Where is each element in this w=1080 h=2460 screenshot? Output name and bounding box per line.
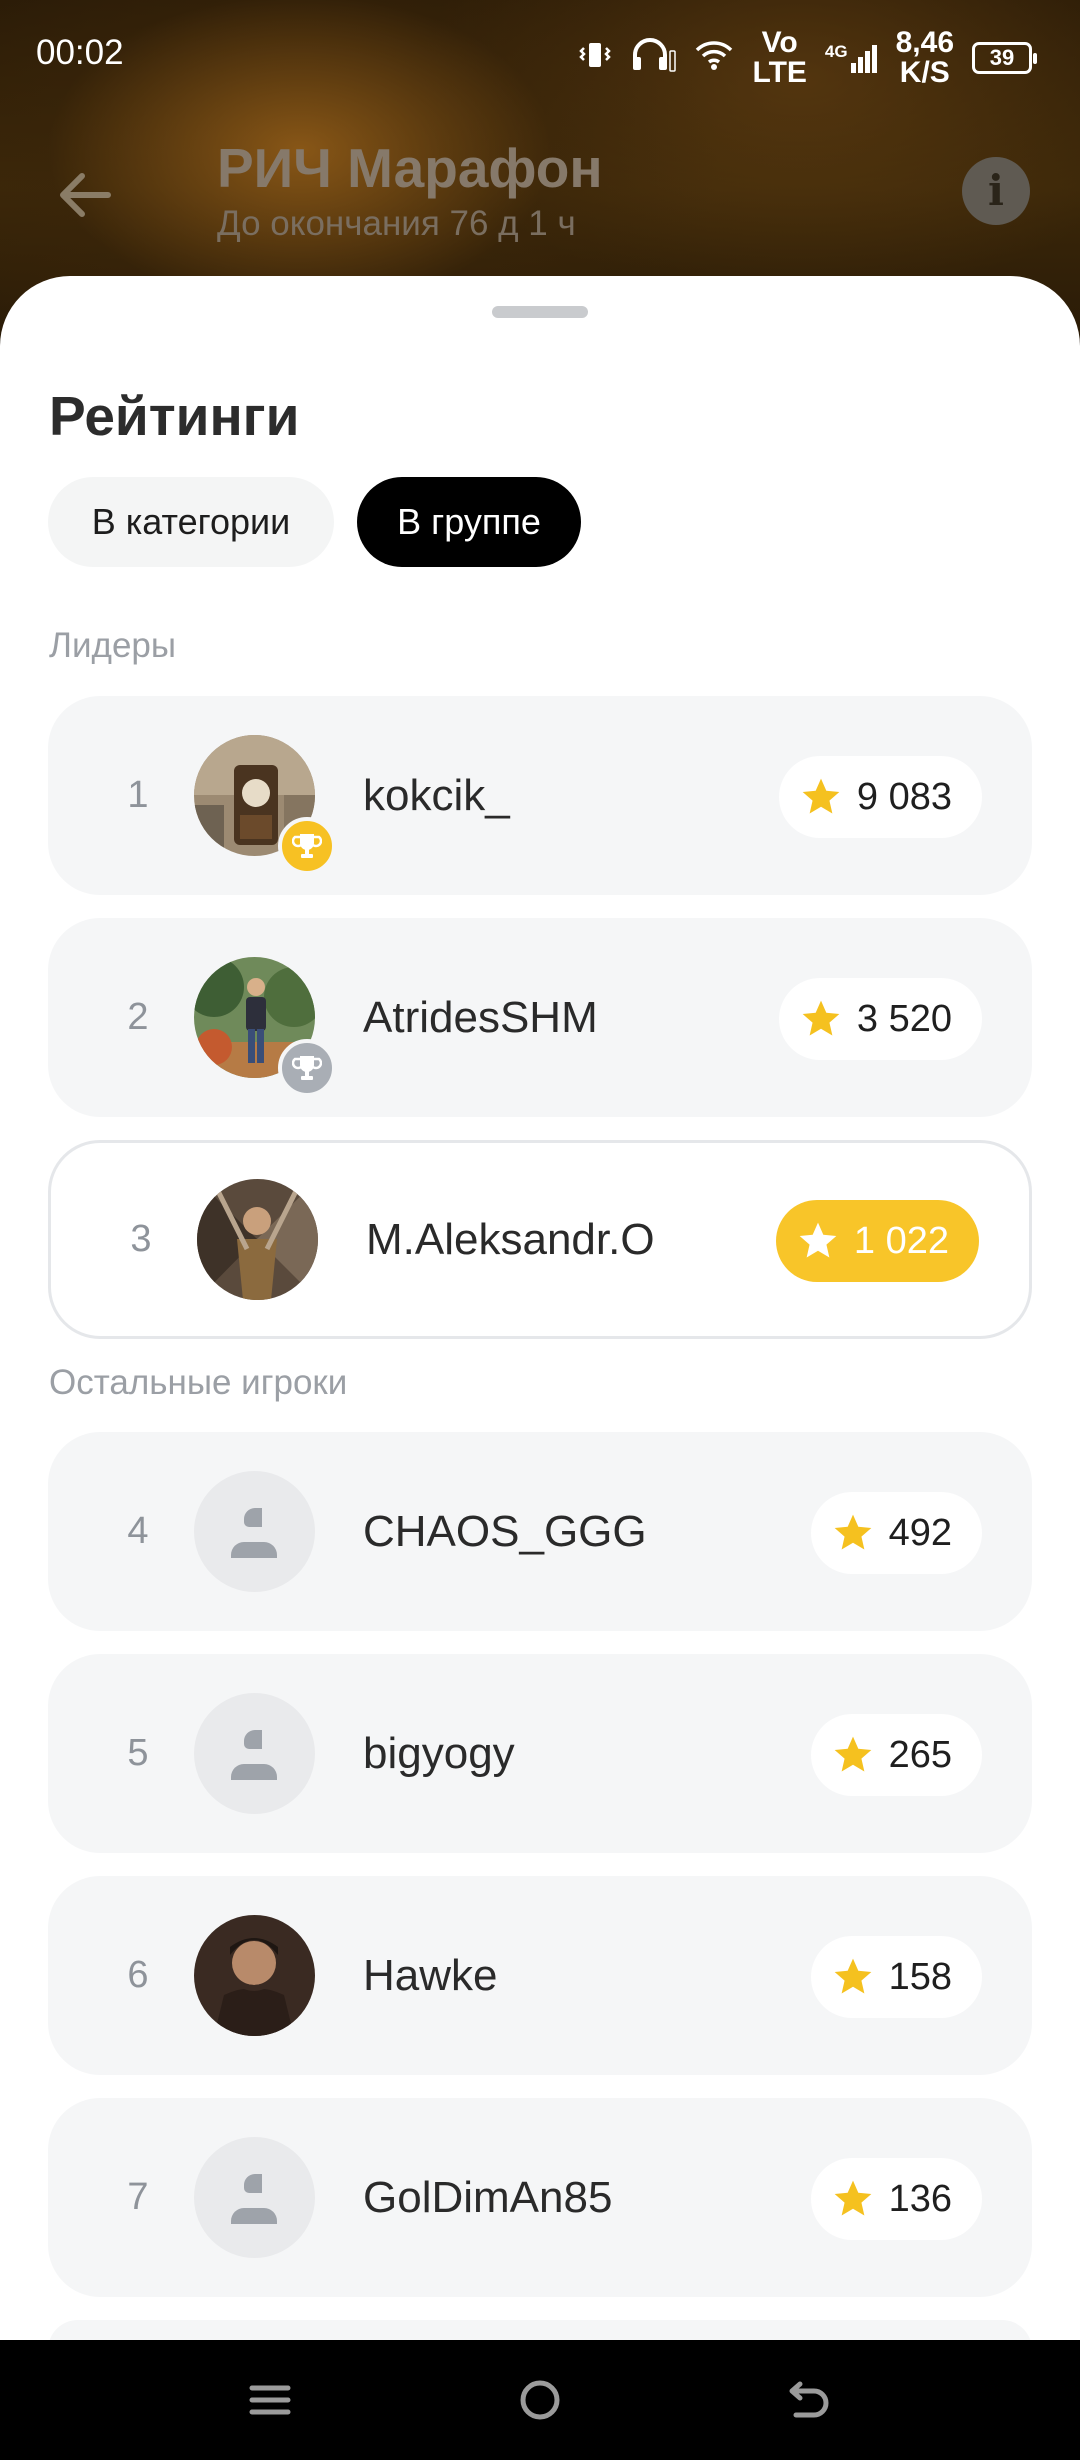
page-subtitle: До окончания 76 д 1 ч — [217, 204, 576, 243]
battery-indicator: 39 — [972, 42, 1037, 74]
score-value: 265 — [888, 1733, 952, 1776]
score-badge: 1 022 — [775, 1200, 979, 1282]
avatar — [194, 2137, 315, 2258]
player-name: CHAOS_GGG — [363, 1507, 647, 1556]
star-icon — [834, 1736, 871, 1772]
info-button[interactable]: i — [962, 157, 1030, 225]
score-badge: 492 — [810, 1492, 982, 1574]
player-row[interactable]: 5 bigyogy 265 — [48, 1654, 1032, 1853]
rank-number: 4 — [127, 1510, 149, 1552]
avatar-placeholder — [194, 1693, 315, 1814]
user-placeholder-icon — [231, 2174, 277, 2224]
recent-apps-button[interactable] — [230, 2360, 310, 2440]
user-placeholder-icon — [231, 1730, 277, 1780]
signal-icon: 4G — [825, 43, 878, 73]
player-row[interactable]: 4 CHAOS_GGG 492 — [48, 1432, 1032, 1631]
system-back-button[interactable] — [770, 2360, 850, 2440]
rank-number: 3 — [130, 1218, 152, 1260]
silver-trophy-badge — [278, 1039, 336, 1097]
score-badge: 3 520 — [778, 978, 982, 1060]
avatar — [197, 1179, 318, 1300]
status-bar: 00:02 Vo LTE 4G 8,46 K/S 39 — [0, 0, 1080, 110]
score-value: 492 — [888, 1511, 952, 1554]
rank-number: 1 — [127, 774, 149, 816]
home-icon — [520, 2380, 560, 2420]
player-name: GolDimAn85 — [363, 2173, 613, 2222]
wifi-icon — [694, 39, 734, 77]
score-badge: 158 — [810, 1936, 982, 2018]
rank-number: 5 — [127, 1732, 149, 1774]
star-icon — [802, 778, 840, 814]
avatar-photo — [194, 1915, 315, 2036]
trophy-icon — [292, 834, 322, 858]
status-icons: Vo LTE 4G 8,46 K/S 39 — [578, 26, 1037, 89]
avatar — [194, 1471, 315, 1592]
avatar — [194, 1915, 315, 2036]
star-icon — [802, 1000, 840, 1036]
sheet-title: Рейтинги — [49, 385, 300, 447]
player-name: AtridesSHM — [363, 993, 598, 1042]
avatar — [194, 957, 336, 1097]
score-value: 1 022 — [853, 1219, 949, 1262]
gold-trophy-badge — [278, 817, 336, 875]
player-name: Hawke — [363, 1951, 498, 2000]
tab-group[interactable]: В группе — [357, 477, 581, 567]
leader-row[interactable]: 2 AtridesSHM 3 520 — [48, 918, 1032, 1117]
status-time: 00:02 — [36, 33, 124, 72]
network-speed: 8,46 K/S — [895, 26, 954, 89]
player-row[interactable]: 7 GolDimAn85 136 — [48, 2098, 1032, 2297]
back-button[interactable] — [50, 160, 120, 230]
page-title: РИЧ Марафон — [217, 137, 603, 199]
rank-number: 6 — [127, 1954, 149, 1996]
menu-icon — [249, 2385, 291, 2415]
avatar — [194, 735, 336, 875]
player-name: M.Aleksandr.O — [366, 1215, 655, 1264]
headphones-icon — [630, 37, 677, 79]
avatar — [194, 1693, 315, 1814]
score-value: 3 520 — [856, 997, 952, 1040]
leaders-section-label: Лидеры — [49, 626, 177, 665]
avatar-placeholder — [194, 2137, 315, 2258]
score-value: 136 — [888, 2177, 952, 2220]
volte-indicator: Vo LTE — [752, 26, 807, 89]
score-badge: 265 — [810, 1714, 982, 1796]
ratings-sheet: Рейтинги В категории В группе Лидеры 1 k… — [0, 276, 1080, 2380]
home-button[interactable] — [500, 2360, 580, 2440]
header: РИЧ Марафон До окончания 76 д 1 ч i — [0, 120, 1080, 270]
star-icon — [834, 1958, 871, 1994]
score-badge: 9 083 — [778, 756, 982, 838]
user-placeholder-icon — [231, 1508, 277, 1558]
sheet-drag-handle[interactable] — [492, 306, 588, 318]
score-value: 9 083 — [856, 775, 952, 818]
player-row[interactable]: 6 Hawke 158 — [48, 1876, 1032, 2075]
leader-row[interactable]: 1 kokcik_ 9 083 — [48, 696, 1032, 895]
player-name: bigyogy — [363, 1729, 515, 1778]
rank-number: 7 — [127, 2176, 149, 2218]
player-name: kokcik_ — [363, 771, 510, 820]
trophy-icon — [292, 1056, 322, 1080]
star-icon — [799, 1222, 837, 1258]
tab-category[interactable]: В категории — [48, 477, 334, 567]
back-arrow-icon — [60, 173, 111, 217]
others-section-label: Остальные игроки — [49, 1363, 348, 1402]
info-icon: i — [988, 166, 1004, 215]
system-nav-bar — [0, 2340, 1080, 2460]
score-badge: 136 — [810, 2158, 982, 2240]
rank-number: 2 — [127, 996, 149, 1038]
vibrate-icon — [578, 40, 612, 76]
avatar-placeholder — [194, 1471, 315, 1592]
back-icon — [789, 2381, 829, 2418]
star-icon — [834, 2180, 871, 2216]
avatar-photo — [197, 1179, 318, 1300]
star-icon — [834, 1514, 871, 1550]
score-value: 158 — [888, 1955, 952, 1998]
current-user-row[interactable]: 3 M.Aleksandr.O 1 022 — [48, 1140, 1032, 1339]
